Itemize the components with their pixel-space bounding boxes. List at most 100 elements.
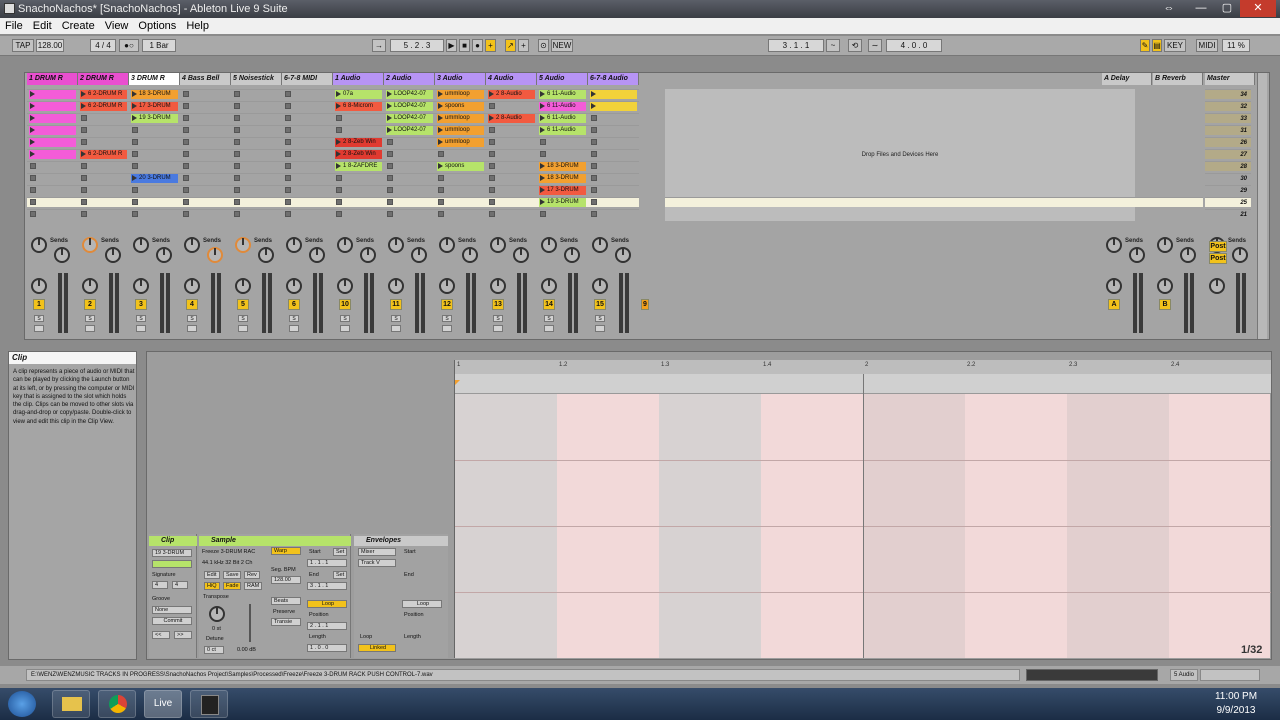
chrome-icon[interactable] <box>98 690 136 718</box>
track-header[interactable]: 3 Audio <box>435 73 486 85</box>
clip-stop-button[interactable] <box>234 187 240 193</box>
preserve-select[interactable]: Transie <box>271 618 301 626</box>
clip-stop-button[interactable] <box>285 127 291 133</box>
send-b-knob[interactable] <box>360 247 376 263</box>
time-signature-field[interactable]: 4 / 4 <box>90 39 116 52</box>
clip-stop-button[interactable] <box>81 139 87 145</box>
start-button[interactable] <box>8 691 36 717</box>
clip[interactable] <box>590 90 637 99</box>
clip-stop-button[interactable] <box>387 175 393 181</box>
clip-stop-button[interactable] <box>285 91 291 97</box>
loop-start-field[interactable]: 3 . 1 . 1 <box>768 39 824 52</box>
solo-button[interactable]: S <box>442 315 452 322</box>
scene-slot[interactable]: 29 <box>1205 185 1251 195</box>
clip-stop-button[interactable] <box>183 115 189 121</box>
arm-button[interactable] <box>544 325 554 332</box>
send-a-knob[interactable] <box>184 237 200 253</box>
send-a-knob[interactable] <box>592 237 608 253</box>
menu-file[interactable]: File <box>0 18 28 34</box>
clip-stop-button[interactable] <box>81 187 87 193</box>
menu-help[interactable]: Help <box>181 18 214 34</box>
clip-stop-button[interactable] <box>591 115 597 121</box>
clip[interactable]: 6 2-DRUM R <box>80 102 127 111</box>
start-set-button[interactable]: Set <box>333 548 347 556</box>
clip[interactable] <box>29 150 76 159</box>
track-activator[interactable]: 1 <box>33 299 45 310</box>
end-position-field[interactable]: 3 . 1 . 1 <box>307 582 347 590</box>
clip-stop-button[interactable] <box>336 211 342 217</box>
clip-stop-button[interactable] <box>183 163 189 169</box>
clip-stop-button[interactable] <box>489 175 495 181</box>
clip-stop-button[interactable] <box>540 139 546 145</box>
solo-button[interactable]: S <box>136 315 146 322</box>
gain-slider[interactable] <box>249 604 251 642</box>
detune-field[interactable]: 0 ct <box>204 646 224 654</box>
clip[interactable]: 18 3-DRUM <box>131 90 178 99</box>
reverse-button[interactable]: Rev <box>244 571 260 579</box>
clip-stop-button[interactable] <box>132 139 138 145</box>
minimize-button[interactable]: — <box>1188 0 1214 17</box>
send-b-knob[interactable] <box>1180 247 1196 263</box>
nudge-forward-button[interactable]: >> <box>174 631 192 639</box>
clip-stop-button[interactable] <box>591 151 597 157</box>
clip-stop-button[interactable] <box>183 211 189 217</box>
arm-button[interactable] <box>289 325 299 332</box>
clip-stop-button[interactable] <box>234 127 240 133</box>
clip[interactable] <box>29 138 76 147</box>
send-b-knob[interactable] <box>615 247 631 263</box>
clip-stop-button[interactable] <box>489 187 495 193</box>
scene-slot[interactable]: 21 <box>1205 209 1251 219</box>
punch-out-icon[interactable]: ∼ <box>868 39 882 52</box>
arm-button[interactable] <box>442 325 452 332</box>
automation-arm-icon[interactable]: ↗ <box>505 39 516 52</box>
pan-knob[interactable] <box>541 278 557 294</box>
new-button[interactable]: NEW <box>551 39 573 52</box>
clip-stop-button[interactable] <box>489 151 495 157</box>
clip-stop-button[interactable] <box>30 199 36 205</box>
envelope-control-select[interactable]: Track V <box>358 559 396 567</box>
close-button[interactable]: ✕ <box>1240 0 1276 17</box>
loop-length-field[interactable]: 4 . 0 . 0 <box>886 39 942 52</box>
fade-button[interactable]: Fade <box>223 582 241 590</box>
linked-button[interactable]: Linked <box>358 644 396 652</box>
track-header[interactable]: 4 Audio <box>486 73 537 85</box>
pan-knob[interactable] <box>490 278 506 294</box>
send-a-knob[interactable] <box>82 237 98 253</box>
clip-stop-button[interactable] <box>30 175 36 181</box>
send-b-knob[interactable] <box>156 247 172 263</box>
return-activator[interactable]: B <box>1159 299 1171 310</box>
clip[interactable]: LOOP42-07 <box>386 90 433 99</box>
return-track-header[interactable]: A Delay <box>1102 73 1152 85</box>
solo-button[interactable]: S <box>391 315 401 322</box>
track-activator[interactable]: 10 <box>339 299 351 310</box>
send-b-knob[interactable] <box>1129 247 1145 263</box>
scene-slot[interactable]: 32 <box>1205 101 1251 111</box>
punch-in-icon[interactable]: ~ <box>826 39 840 52</box>
clip[interactable]: LOOP42-07 <box>386 114 433 123</box>
clip[interactable]: 17 3-DRUM <box>131 102 178 111</box>
track-header[interactable]: 6-7-8 Audio <box>588 73 639 85</box>
clip[interactable]: 20 3-DRUM <box>131 174 178 183</box>
send-b-knob[interactable] <box>513 247 529 263</box>
clip-stop-button[interactable] <box>591 199 597 205</box>
clip-stop-button[interactable] <box>489 127 495 133</box>
clip-stop-button[interactable] <box>591 163 597 169</box>
clip-stop-button[interactable] <box>183 91 189 97</box>
send-a-knob[interactable] <box>235 237 251 253</box>
clip-stop-button[interactable] <box>387 151 393 157</box>
clip-stop-button[interactable] <box>336 199 342 205</box>
loop-position-field[interactable]: 2 . 1 . 1 <box>307 622 347 630</box>
clip-stop-button[interactable] <box>132 163 138 169</box>
send-b-knob[interactable] <box>564 247 580 263</box>
session-scrollbar[interactable] <box>1257 73 1267 339</box>
clip-color-select[interactable] <box>152 560 192 568</box>
clip[interactable]: LOOP42-07 <box>386 126 433 135</box>
clip-stop-button[interactable] <box>489 211 495 217</box>
clip-stop-button[interactable] <box>81 199 87 205</box>
clip-name-field[interactable]: 19 3-DRUM <box>152 549 192 557</box>
clip-stop-button[interactable] <box>81 211 87 217</box>
clip-stop-button[interactable] <box>81 127 87 133</box>
track-activator[interactable]: 9 <box>641 299 649 310</box>
menu-edit[interactable]: Edit <box>28 18 57 34</box>
pan-knob[interactable] <box>1106 278 1122 294</box>
